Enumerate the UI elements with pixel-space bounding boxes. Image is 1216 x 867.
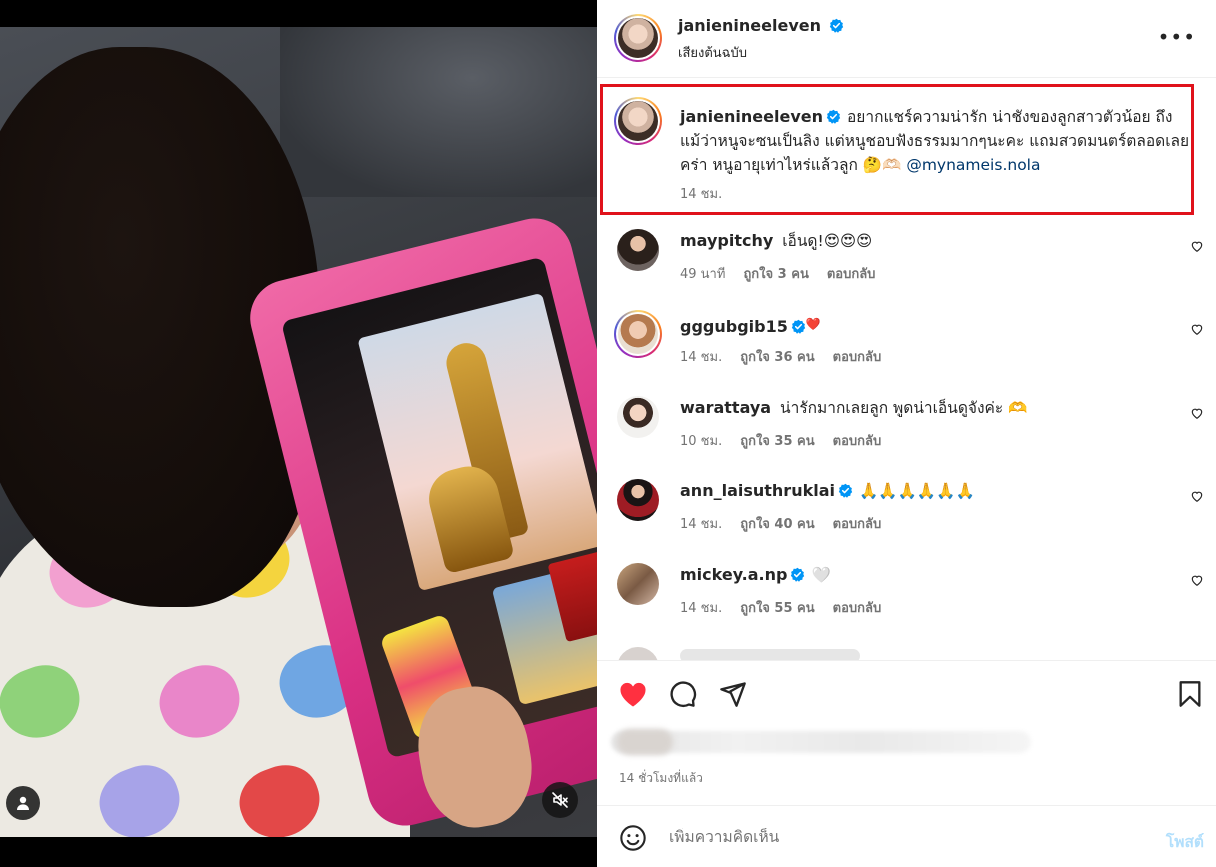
reply-button[interactable]: ตอบกลับ (833, 434, 882, 449)
comment-time[interactable]: 14 ชม. (680, 517, 722, 532)
comment-text: 🙏🙏🙏🙏🙏🙏 (858, 482, 975, 500)
comment-likes[interactable]: ถูกใจ 55 คน (740, 601, 814, 616)
comment-item: ann_laisuthruklai 🙏🙏🙏🙏🙏🙏 14 ชม. ถูกใจ 40 … (597, 479, 1216, 562)
comment-likes[interactable]: ถูกใจ 35 คน (740, 434, 814, 449)
comment-button[interactable] (667, 678, 699, 710)
caption-mention[interactable]: @mynameis.nola (906, 156, 1040, 174)
comment-username[interactable]: ann_laisuthruklai (680, 481, 835, 500)
comment-item: maypitchy เอ็นดู!😍😍😍 49 นาที ถูกใจ 3 คน ตอ… (597, 229, 1216, 312)
comment-likes[interactable]: ถูกใจ 40 คน (740, 517, 814, 532)
heart-icon (620, 682, 646, 707)
comment-avatar[interactable] (617, 396, 659, 438)
comment-text: น่ารักมากเลยลูก พูดน่าเอ็นดูจังค่ะ 🫶 (780, 399, 1028, 417)
verified-badge-icon (791, 567, 805, 582)
caption-avatar[interactable] (614, 97, 662, 145)
comment-avatar[interactable] (617, 647, 659, 660)
comment-text: ❤️ (805, 317, 821, 331)
likes-summary[interactable] (611, 731, 1031, 753)
author-avatar[interactable] (614, 14, 662, 62)
comment-icon (670, 681, 697, 708)
comment-input[interactable] (669, 828, 1109, 846)
post-time[interactable]: 14 ชั่วโมงที่แล้ว (619, 769, 703, 788)
save-icon (1179, 681, 1201, 707)
verified-badge-icon (838, 483, 853, 498)
comments-list[interactable]: janienineeleven อยากแชร์ความน่ารัก น่าชั… (597, 79, 1216, 660)
heart-icon[interactable] (1190, 239, 1204, 253)
save-button[interactable] (1174, 678, 1206, 710)
mute-icon (552, 792, 568, 808)
verified-badge-icon (791, 319, 806, 334)
caption-text: janienineeleven อยากแชร์ความน่ารัก น่าชั… (680, 105, 1200, 207)
post-header: janienineeleven เสียงต้นฉบับ ••• (597, 0, 1216, 78)
mute-button[interactable] (542, 782, 578, 818)
user-tag-icon (17, 796, 29, 810)
audio-label[interactable]: เสียงต้นฉบับ (678, 42, 747, 63)
comment-avatar[interactable] (617, 229, 659, 271)
comment-username[interactable]: warattaya (680, 398, 771, 417)
car-seat-background (280, 27, 597, 197)
emoji-button[interactable] (617, 822, 649, 854)
like-button[interactable] (617, 678, 649, 710)
comment-avatar[interactable] (617, 563, 659, 605)
verified-badge-icon (829, 18, 844, 33)
post-media (0, 0, 597, 867)
comment-likes[interactable]: ถูกใจ 3 คน (743, 267, 808, 282)
post-comment-button[interactable]: โพสต์ (1166, 829, 1204, 854)
comment-time[interactable]: 49 นาที (680, 267, 725, 282)
heart-icon[interactable] (1190, 573, 1204, 587)
comment-username[interactable]: gggubgib15 (680, 317, 788, 336)
caption-time[interactable]: 14 ชม. (680, 187, 722, 202)
comment-username[interactable]: maypitchy (680, 231, 773, 250)
comment-time[interactable]: 14 ชม. (680, 350, 722, 365)
post-actions: 14 ชั่วโมงที่แล้ว (597, 660, 1216, 805)
share-icon (720, 682, 746, 707)
comment-avatar[interactable] (617, 479, 659, 521)
user-tag-button[interactable] (6, 786, 40, 820)
reply-button[interactable]: ตอบกลับ (833, 350, 882, 365)
reply-button[interactable]: ตอบกลับ (833, 517, 882, 532)
comment-username[interactable]: mickey.a.np (680, 565, 787, 584)
comment-avatar[interactable] (614, 310, 662, 358)
comment-time[interactable]: 14 ชม. (680, 601, 722, 616)
comment-text: 🤍 (811, 566, 831, 584)
comment-item: gggubgib15 ❤️ 14 ชม. ถูกใจ 36 คน ตอบกลับ (597, 310, 1216, 395)
post-side-panel: janienineeleven เสียงต้นฉบับ ••• janieni… (597, 0, 1216, 867)
comment-time[interactable]: 10 ชม. (680, 434, 722, 449)
reply-button[interactable]: ตอบกลับ (833, 601, 882, 616)
heart-icon[interactable] (1190, 322, 1204, 336)
comment-partial (680, 649, 860, 660)
more-options-icon[interactable]: ••• (1158, 27, 1196, 47)
reply-button[interactable]: ตอบกลับ (827, 267, 876, 282)
heart-icon[interactable] (1190, 489, 1204, 503)
video-player[interactable] (0, 27, 597, 837)
comment-text: เอ็นดู!😍😍😍 (782, 232, 873, 250)
emoji-icon (620, 825, 646, 851)
verified-badge-icon (826, 109, 841, 124)
caption-username[interactable]: janienineeleven (680, 107, 823, 126)
comment-item: mickey.a.np 🤍 14 ชม. ถูกใจ 55 คน ตอบกลับ (597, 563, 1216, 646)
heart-icon[interactable] (1190, 406, 1204, 420)
share-button[interactable] (717, 678, 749, 710)
comment-likes[interactable]: ถูกใจ 36 คน (740, 350, 814, 365)
author-username[interactable]: janienineeleven (678, 16, 821, 35)
liker-avatar (617, 729, 673, 755)
add-comment-bar: โพสต์ (597, 805, 1216, 867)
comment-item: warattaya น่ารักมากเลยลูก พูดน่าเอ็นดูจั… (597, 396, 1216, 479)
